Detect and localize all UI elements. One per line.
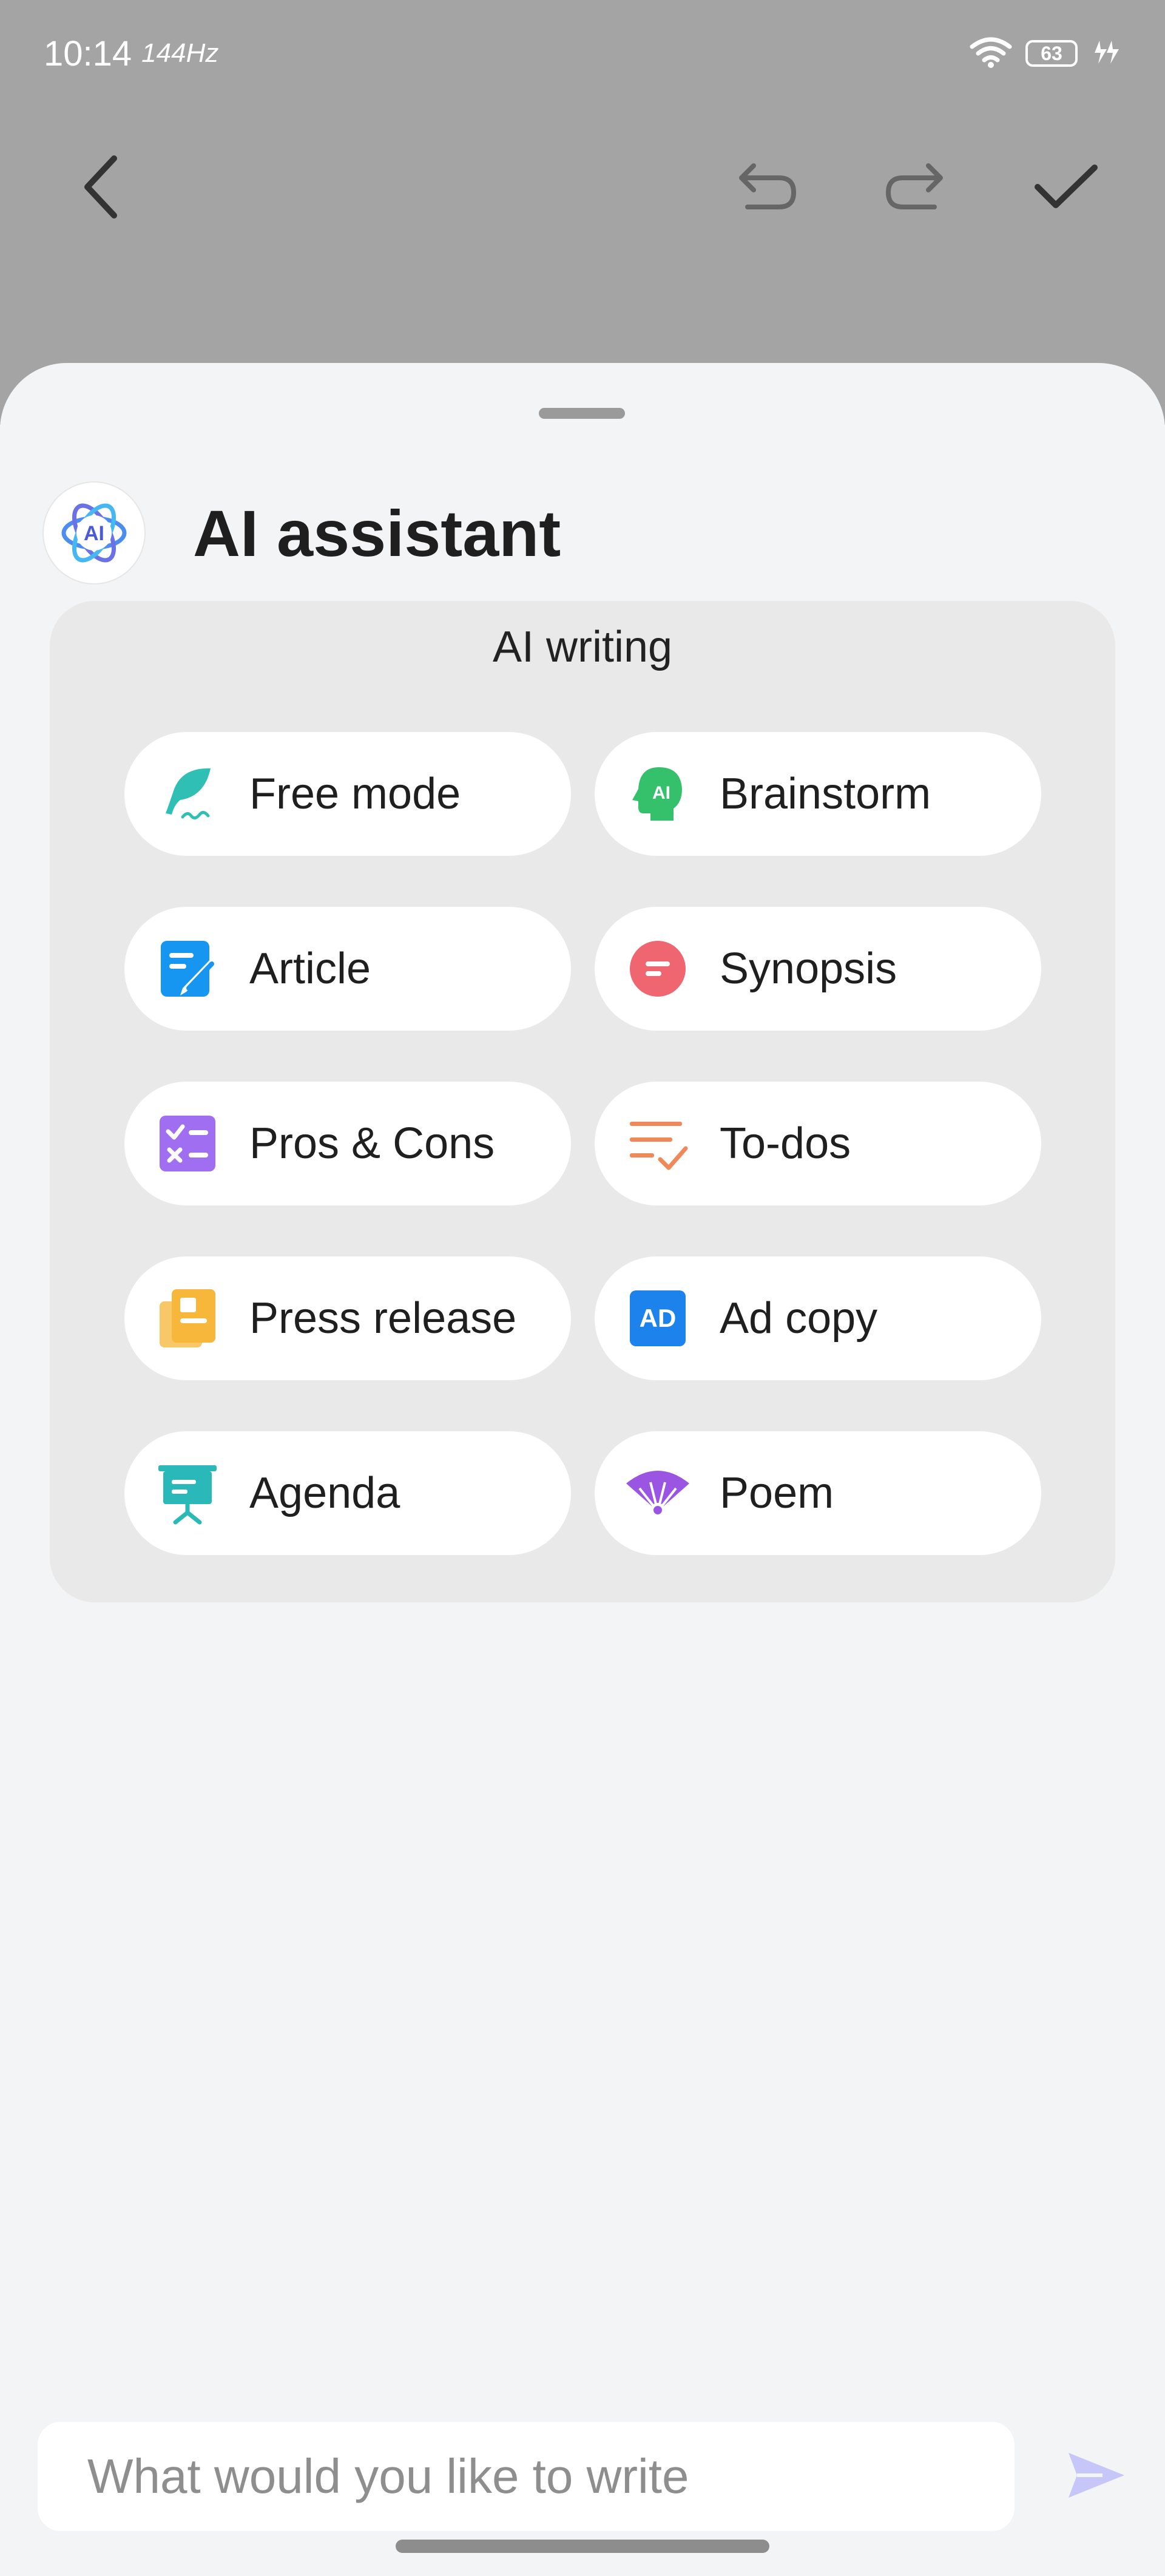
- option-press-release[interactable]: Press release: [124, 1256, 571, 1380]
- ai-head-icon: AI: [626, 762, 689, 825]
- status-bar-right: 63: [970, 29, 1121, 78]
- synopsis-icon: [626, 937, 689, 1000]
- redo-button[interactable]: [878, 152, 951, 225]
- assistant-title: AI assistant: [193, 496, 561, 570]
- prompt-placeholder: What would you like to write: [87, 2449, 689, 2503]
- option-synopsis[interactable]: Synopsis: [595, 907, 1041, 1031]
- option-label: Free mode: [249, 770, 461, 818]
- option-article[interactable]: Article: [124, 907, 571, 1031]
- send-icon: [1066, 2448, 1127, 2506]
- battery-indicator: 63: [1025, 40, 1078, 67]
- status-time: 10:14: [44, 33, 132, 73]
- option-label: Poem: [720, 1469, 834, 1517]
- option-label: Pros & Cons: [249, 1119, 495, 1168]
- ai-writing-card: AI writing Free mode AI Brainstorm Artic…: [50, 601, 1115, 1602]
- todo-list-icon: [626, 1112, 689, 1175]
- option-label: Article: [249, 944, 371, 993]
- option-label: Agenda: [249, 1469, 400, 1517]
- redo-icon: [881, 160, 948, 217]
- prompt-input[interactable]: What would you like to write: [38, 2422, 1015, 2531]
- option-label: Synopsis: [720, 944, 897, 993]
- back-button[interactable]: [64, 152, 137, 225]
- ai-assistant-logo: AI: [44, 483, 144, 583]
- confirm-button[interactable]: [1030, 152, 1103, 225]
- undo-button[interactable]: [731, 152, 804, 225]
- feather-icon: [156, 762, 219, 825]
- option-label: Press release: [249, 1294, 517, 1343]
- option-brainstorm[interactable]: AI Brainstorm: [595, 732, 1041, 856]
- wifi-icon: [970, 36, 1012, 72]
- check-icon: [1033, 163, 1099, 214]
- undo-icon: [734, 160, 801, 217]
- presentation-board-icon: [156, 1462, 219, 1525]
- send-button[interactable]: [1063, 2443, 1130, 2510]
- option-label: To-dos: [720, 1119, 851, 1168]
- checklist-icon: [156, 1112, 219, 1175]
- option-label: Ad copy: [720, 1294, 878, 1343]
- ad-icon: AD: [626, 1287, 689, 1350]
- status-bar-left: 10:14 144Hz: [44, 29, 218, 78]
- option-poem[interactable]: Poem: [595, 1431, 1041, 1555]
- sheet-drag-handle[interactable]: [539, 408, 625, 419]
- option-free-mode[interactable]: Free mode: [124, 732, 571, 856]
- logo-text: AI: [84, 522, 104, 545]
- option-ad-copy[interactable]: AD Ad copy: [595, 1256, 1041, 1380]
- option-to-dos[interactable]: To-dos: [595, 1082, 1041, 1205]
- chevron-left-icon: [79, 154, 121, 223]
- svg-text:AD: AD: [640, 1304, 677, 1332]
- option-label: Brainstorm: [720, 770, 931, 818]
- press-release-icon: [156, 1287, 219, 1350]
- fan-icon: [626, 1462, 689, 1525]
- option-pros-cons[interactable]: Pros & Cons: [124, 1082, 571, 1205]
- home-indicator[interactable]: [396, 2540, 769, 2553]
- refresh-rate: 144Hz: [141, 38, 219, 68]
- svg-text:AI: AI: [652, 783, 670, 803]
- option-agenda[interactable]: Agenda: [124, 1431, 571, 1555]
- charging-icon: [1091, 37, 1121, 70]
- article-edit-icon: [156, 937, 219, 1000]
- assistant-header: AI AI assistant: [44, 483, 561, 583]
- ai-writing-title: AI writing: [492, 623, 673, 671]
